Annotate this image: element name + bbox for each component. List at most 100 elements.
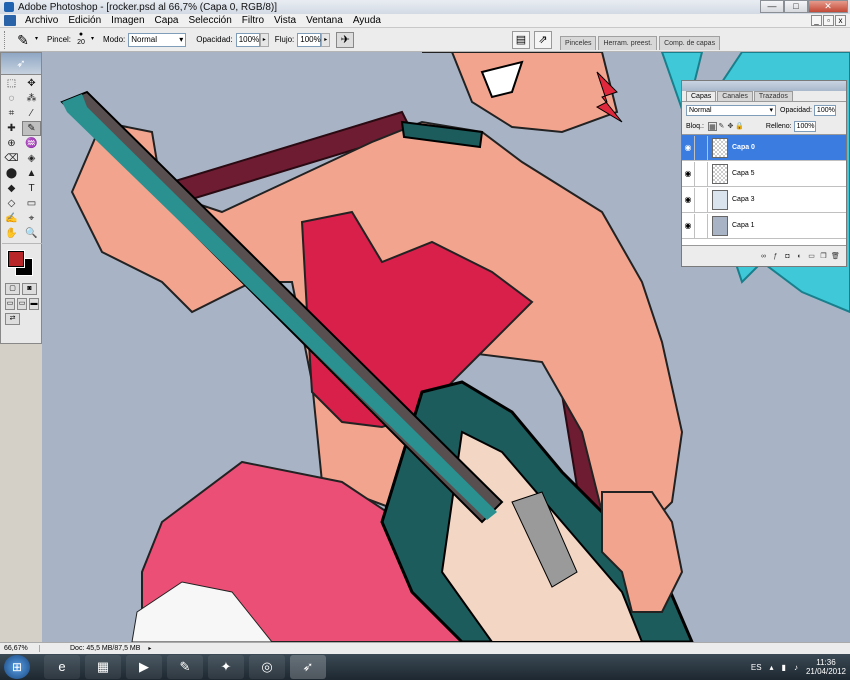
options-grip[interactable] [4,30,8,49]
lock-all-icon[interactable]: 🔒 [735,122,744,131]
paint-bucket-tool-icon[interactable]: ◈ [22,151,41,166]
menu-vista[interactable]: Vista [269,15,301,26]
well-tab-pinceles[interactable]: Pinceles [560,36,597,50]
brush-preset-chevron-icon[interactable]: ▾ [32,33,41,47]
clock[interactable]: 11:36 21/04/2012 [806,658,846,676]
notes-tool-icon[interactable]: ✍ [2,211,21,226]
hand-tool-icon[interactable]: ✋ [2,226,21,241]
jump-to-imageready-icon[interactable]: ⇄ [5,313,20,325]
menu-imagen[interactable]: Imagen [106,15,149,26]
internet-explorer-icon[interactable]: e [44,655,80,679]
fill-input[interactable]: 100% [793,120,816,132]
shape-tool-icon[interactable]: ▭ [22,196,41,211]
file-explorer-icon[interactable]: ▦ [85,655,121,679]
maximize-button[interactable]: □ [784,0,808,13]
doc-close-button[interactable]: x [835,15,846,26]
toolbox-header-feather-icon[interactable]: ➶ [1,53,41,75]
layer-row[interactable]: ◉ Capa 5 [682,161,846,187]
screen-mode-full-icon[interactable]: ▬ [29,298,39,310]
doc-restore-button[interactable]: ▫ [823,15,834,26]
lock-paint-icon[interactable]: ✎ [717,122,726,131]
volume-icon[interactable]: ♪ [794,663,798,672]
blend-mode-select[interactable]: Normal ▾ [686,104,776,116]
status-menu-arrow-icon[interactable]: ▸ [148,645,151,652]
well-tab-comp-capas[interactable]: Comp. de capas [659,36,721,50]
chrome-icon[interactable]: ◎ [249,655,285,679]
flow-slider-arrow-icon[interactable]: ▸ [321,32,331,47]
link-layers-icon[interactable]: ∞ [759,252,768,261]
network-app-icon[interactable]: ✦ [208,655,244,679]
brush-tool-icon[interactable]: ✎ [22,121,41,136]
marquee-tool-icon[interactable]: ⬚ [2,76,21,91]
tray-expand-icon[interactable]: ▴ [770,663,774,672]
lasso-tool-icon[interactable]: ◌ [2,91,21,106]
layer-link-cell[interactable] [695,161,708,186]
lock-position-icon[interactable]: ✥ [726,122,735,131]
menu-capa[interactable]: Capa [150,15,184,26]
brush-preset-icon[interactable]: ✎ [14,31,32,49]
delete-layer-icon[interactable]: 🗑 [831,252,840,261]
foreground-color-swatch[interactable] [7,250,25,268]
eraser-tool-icon[interactable]: ⌫ [2,151,21,166]
menu-seleccion[interactable]: Selección [183,15,236,26]
well-tab-herram-preest[interactable]: Herram. preest. [598,36,658,50]
menu-ayuda[interactable]: Ayuda [348,15,386,26]
slice-tool-icon[interactable]: ⁄ [22,106,41,121]
menu-archivo[interactable]: Archivo [20,15,63,26]
airbrush-toggle-icon[interactable]: ✈ [336,31,355,48]
layer-row[interactable]: ◉ Capa 1 [682,213,846,239]
screen-mode-full-menu-icon[interactable]: ▭ [17,298,27,310]
screen-mode-standard-icon[interactable]: ▭ [5,298,15,310]
palette-toggle-icon[interactable]: ⇗ [534,31,552,49]
file-browser-icon[interactable]: ▤ [512,31,530,49]
crop-tool-icon[interactable]: ⌗ [2,106,21,121]
move-tool-icon[interactable]: ✥ [22,76,41,91]
layers-panel-header[interactable] [682,81,846,91]
close-button[interactable]: ✕ [808,0,848,13]
visibility-eye-icon[interactable]: ◉ [682,213,695,238]
visibility-eye-icon[interactable]: ◉ [682,161,695,186]
visibility-eye-icon[interactable]: ◉ [682,187,695,212]
pen-tool-icon[interactable]: ◇ [2,196,21,211]
quick-mask-icon[interactable]: ◙ [22,283,37,295]
history-brush-tool-icon[interactable]: ♒ [22,136,41,151]
menu-filtro[interactable]: Filtro [237,15,269,26]
blur-tool-icon[interactable]: ⬤ [2,166,21,181]
new-layer-icon[interactable]: ❐ [819,252,828,261]
network-icon[interactable]: ▮ [782,663,786,672]
layer-opacity-input[interactable]: 100% [813,104,836,116]
healing-brush-tool-icon[interactable]: ✚ [2,121,21,136]
opacity-slider-arrow-icon[interactable]: ▸ [259,32,269,47]
media-player-icon[interactable]: ▶ [126,655,162,679]
minimize-button[interactable]: — [760,0,784,13]
adjustment-layer-icon[interactable]: ◐ [795,252,804,261]
eyedropper-tool-icon[interactable]: ⌖ [22,211,41,226]
layer-mask-icon[interactable]: ◘ [783,252,792,261]
dodge-tool-icon[interactable]: ▲ [22,166,41,181]
mode-select[interactable]: Normal ▾ [128,32,187,47]
brush-size-preview[interactable]: ● 20 [74,31,88,49]
lock-transparency-icon[interactable]: ▦ [707,121,717,131]
flow-input[interactable]: 100% [297,32,322,47]
paint-app-icon[interactable]: ✎ [167,655,203,679]
brush-size-chevron-icon[interactable]: ▾ [88,33,97,47]
visibility-eye-icon[interactable]: ◉ [682,135,695,160]
layer-style-icon[interactable]: ƒ [771,252,780,261]
tab-canales[interactable]: Canales [717,91,753,101]
magic-wand-tool-icon[interactable]: ⁂ [22,91,41,106]
type-tool-icon[interactable]: T [22,181,41,196]
layer-row[interactable]: ◉ Capa 3 [682,187,846,213]
new-group-icon[interactable]: ▭ [807,252,816,261]
zoom-tool-icon[interactable]: 🔍 [22,226,41,241]
language-indicator[interactable]: ES [751,663,762,672]
opacity-input[interactable]: 100% [235,32,260,47]
layer-link-cell[interactable] [695,213,708,238]
clone-stamp-tool-icon[interactable]: ⊕ [2,136,21,151]
doc-minimize-button[interactable]: _ [811,15,822,26]
tab-trazados[interactable]: Trazados [753,91,793,101]
menu-ventana[interactable]: Ventana [301,15,348,26]
photoshop-taskbar-icon[interactable]: ➶ [290,655,326,679]
tab-capas[interactable]: Capas [686,91,717,101]
layer-link-cell[interactable] [695,135,708,160]
layer-link-cell[interactable] [695,187,708,212]
